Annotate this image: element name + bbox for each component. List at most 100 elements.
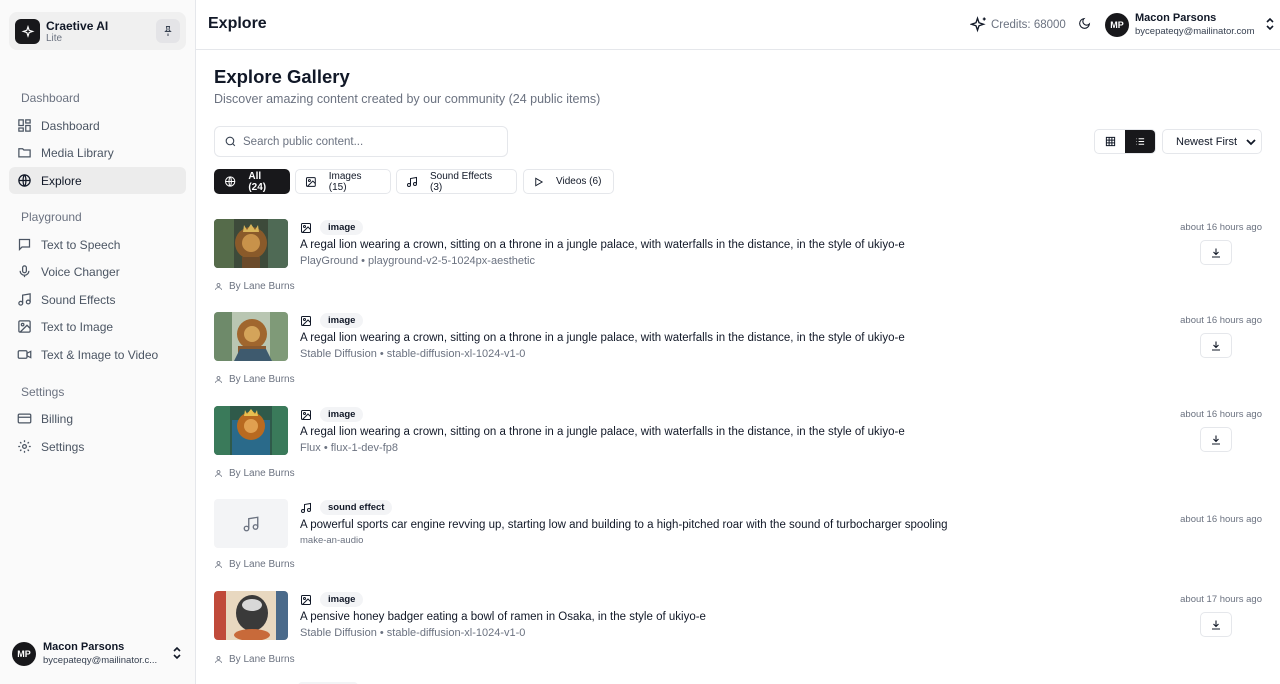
sidebar-item-label: Billing: [41, 411, 74, 426]
filter-images[interactable]: Images (15): [295, 169, 391, 194]
type-row: image: [300, 313, 364, 328]
brand-plan: Lite: [46, 33, 63, 44]
sidebar-item-sound-effects[interactable]: Sound Effects: [9, 286, 186, 313]
user-email: bycepateqy@mailinator.c...: [43, 655, 158, 666]
download-button[interactable]: [1200, 612, 1232, 637]
audio-thumbnail[interactable]: [214, 499, 288, 548]
type-badge: image: [320, 407, 364, 422]
sidebar-item-settings[interactable]: Settings: [9, 433, 186, 460]
pin-icon[interactable]: [156, 19, 180, 43]
item-time: about 16 hours ago: [1180, 409, 1262, 420]
search-input[interactable]: [243, 135, 483, 148]
sidebar-item-text-to-speech[interactable]: Text to Speech: [9, 231, 186, 258]
filter-videos[interactable]: Videos (6): [523, 169, 614, 194]
list-item[interactable]: image A regal lion wearing a crown, sitt…: [214, 406, 1264, 496]
lion-thumbnail[interactable]: [214, 406, 288, 455]
download-icon: [1212, 248, 1220, 258]
avatar: MP: [12, 642, 36, 666]
sidebar: Craetive AI Lite Dashboard Dashboard Med…: [0, 0, 196, 684]
search-box[interactable]: [214, 126, 508, 157]
download-button[interactable]: [1200, 427, 1232, 452]
type-row: sound effect: [300, 500, 393, 515]
user-icon: [215, 656, 222, 663]
sort-select[interactable]: Newest First: [1162, 129, 1262, 154]
list-item[interactable]: sound effect A powerful sports car engin…: [214, 499, 1264, 589]
folder-icon: [18, 148, 31, 158]
image-icon: [18, 320, 31, 333]
type-badge: image: [320, 220, 364, 235]
author-name: By Lane Burns: [229, 281, 295, 292]
filter-label: Sound Effects (3): [429, 170, 493, 193]
list-item[interactable]: image A pensive honey badger eating a bo…: [214, 591, 1264, 681]
download-button[interactable]: [1200, 240, 1232, 265]
item-model: Flux • flux-1-dev-fp8: [300, 442, 398, 454]
sidebar-user-menu[interactable]: MP Macon Parsons bycepateqy@mailinator.c…: [12, 640, 186, 668]
workspace-switcher[interactable]: Craetive AI Lite: [9, 12, 186, 50]
sidebar-item-label: Text to Speech: [41, 237, 121, 252]
globe-icon: [225, 176, 236, 187]
item-time: about 16 hours ago: [1180, 514, 1262, 525]
item-model: make-an-audio: [300, 535, 364, 546]
user-email: bycepateqy@mailinator.com: [1135, 26, 1255, 37]
music-icon: [301, 502, 311, 513]
item-author: By Lane Burns: [214, 468, 295, 479]
item-prompt: A regal lion wearing a crown, sitting on…: [300, 426, 905, 438]
sidebar-item-explore[interactable]: Explore: [9, 167, 186, 194]
sidebar-item-media-library[interactable]: Media Library: [9, 139, 186, 166]
user-name: Macon Parsons: [1135, 12, 1217, 24]
top-header: Explore Credits: 68000 MP Macon Parsons …: [196, 0, 1280, 50]
author-name: By Lane Burns: [229, 374, 295, 385]
filter-sound-effects[interactable]: Sound Effects (3): [396, 169, 517, 194]
type-badge: image: [320, 313, 364, 328]
image-icon: [305, 176, 316, 187]
globe-icon: [18, 174, 31, 187]
grid-view-button[interactable]: [1095, 130, 1125, 153]
moon-icon[interactable]: [1078, 17, 1091, 30]
image-icon: [301, 222, 311, 233]
sidebar-item-label: Media Library: [41, 145, 114, 160]
list-item[interactable]: image A regal lion wearing a crown, sitt…: [214, 219, 1264, 309]
header-user-menu[interactable]: MP Macon Parsons bycepateqy@mailinator.c…: [1105, 12, 1275, 38]
sidebar-item-text-to-image[interactable]: Text to Image: [9, 313, 186, 340]
list-view-button[interactable]: [1125, 130, 1155, 153]
item-prompt: A regal lion wearing a crown, sitting on…: [300, 332, 905, 344]
sidebar-item-dashboard[interactable]: Dashboard: [9, 112, 186, 139]
filter-all[interactable]: All (24): [214, 169, 290, 194]
list-item[interactable]: image A regal lion wearing a crown, sitt…: [214, 312, 1264, 402]
grid-icon: [1105, 136, 1115, 147]
lion-thumbnail[interactable]: [214, 219, 288, 268]
sidebar-item-text-image-to-video[interactable]: Text & Image to Video: [9, 341, 186, 368]
gallery-title: Explore Gallery: [214, 66, 350, 87]
credits-display: Credits: 68000: [970, 16, 1066, 34]
user-icon: [215, 470, 222, 477]
user-icon: [215, 376, 222, 383]
sparkle-logo-icon: [15, 19, 40, 44]
gallery-subtitle: Discover amazing content created by our …: [214, 92, 601, 106]
item-model: Stable Diffusion • stable-diffusion-xl-1…: [300, 348, 526, 360]
author-name: By Lane Burns: [229, 654, 295, 665]
item-time: about 16 hours ago: [1180, 315, 1262, 326]
lion-thumbnail[interactable]: [214, 312, 288, 361]
type-row: image: [300, 220, 364, 235]
sidebar-item-label: Voice Changer: [41, 264, 120, 279]
sidebar-item-billing[interactable]: Billing: [9, 405, 186, 432]
user-icon: [215, 283, 222, 290]
image-icon: [301, 594, 311, 605]
section-label-settings: Settings: [21, 385, 65, 399]
mic-icon: [19, 265, 30, 278]
item-author: By Lane Burns: [214, 654, 295, 665]
sidebar-item-label: Text & Image to Video: [41, 347, 159, 362]
honey-badger-thumbnail[interactable]: [214, 591, 288, 640]
download-icon: [1212, 435, 1220, 445]
section-label-playground: Playground: [21, 210, 82, 224]
message-icon: [18, 238, 31, 252]
sidebar-item-voice-changer[interactable]: Voice Changer: [9, 258, 186, 285]
type-row: image: [300, 407, 364, 422]
item-prompt: A powerful sports car engine revving up,…: [300, 519, 948, 531]
play-icon: [535, 177, 544, 186]
credit-card-icon: [17, 413, 32, 424]
download-button[interactable]: [1200, 333, 1232, 358]
user-icon: [215, 561, 222, 568]
music-icon: [406, 176, 417, 187]
search-icon: [225, 136, 236, 147]
